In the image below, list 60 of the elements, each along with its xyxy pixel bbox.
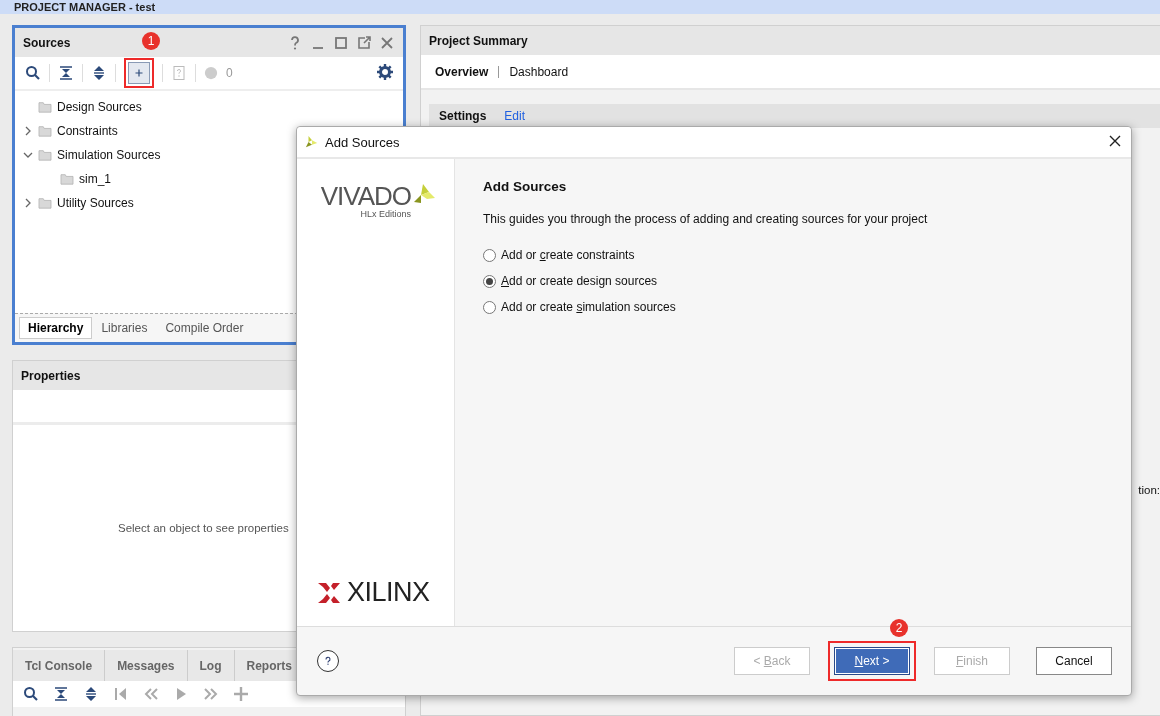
vivado-leaf-icon bbox=[305, 135, 319, 149]
chevron-right-icon bbox=[23, 198, 33, 208]
collapse-all-icon[interactable] bbox=[58, 65, 74, 81]
summary-tab[interactable]: Overview bbox=[433, 64, 491, 79]
radio-button[interactable] bbox=[483, 248, 496, 262]
dialog-title: Add Sources bbox=[325, 134, 400, 150]
radio-option[interactable]: Add or create design sources bbox=[483, 274, 1103, 288]
search-icon[interactable] bbox=[25, 65, 41, 81]
panel-title: Properties bbox=[21, 368, 81, 383]
help-icon bbox=[324, 654, 332, 668]
callout-badge: 2 bbox=[890, 619, 908, 637]
double-right-icon[interactable] bbox=[203, 686, 219, 702]
expand-all-icon[interactable] bbox=[91, 65, 107, 81]
error-indicator-icon bbox=[204, 66, 218, 80]
panel-title: Sources bbox=[23, 35, 71, 50]
panel-tab[interactable]: Hierarchy bbox=[19, 317, 93, 339]
radio-option[interactable]: Add or create simulation sources bbox=[483, 300, 1103, 314]
error-count: 0 bbox=[226, 66, 233, 80]
summary-tab[interactable]: Dashboard bbox=[507, 64, 571, 79]
search-icon[interactable] bbox=[23, 686, 39, 702]
vendor-logo: XILINX bbox=[347, 577, 430, 608]
plus-icon[interactable] bbox=[233, 686, 249, 702]
wizard-button[interactable]: Next > bbox=[834, 647, 910, 675]
product-logo: VIVADO bbox=[320, 181, 411, 211]
panel-title: Project Summary bbox=[429, 33, 528, 48]
folder-icon bbox=[60, 173, 74, 185]
folder-icon bbox=[38, 101, 52, 113]
tree-item[interactable]: Constraints bbox=[57, 124, 118, 138]
empty-message: Select an object to see properties bbox=[118, 522, 289, 534]
expand-all-icon[interactable] bbox=[83, 686, 99, 702]
edit-link[interactable]: Edit bbox=[504, 109, 526, 123]
perspective-title: PROJECT MANAGER - test bbox=[14, 1, 156, 13]
panel-tab[interactable]: Libraries bbox=[92, 317, 157, 339]
xilinx-mark-icon bbox=[317, 580, 341, 605]
collapse-all-icon[interactable] bbox=[53, 686, 69, 702]
folder-icon bbox=[38, 197, 52, 209]
radio-option[interactable]: Add or create constraints bbox=[483, 248, 1103, 262]
help-button[interactable] bbox=[317, 650, 339, 672]
dialog-heading: Add Sources bbox=[483, 179, 568, 194]
double-left-icon[interactable] bbox=[143, 686, 159, 702]
section-title: Settings bbox=[439, 109, 487, 123]
folder-icon bbox=[38, 149, 52, 161]
dialog-description: This guides you through the process of adding and creating sources for your project bbox=[483, 212, 929, 226]
panel-tab[interactable]: Compile Order bbox=[156, 317, 253, 339]
radio-button[interactable] bbox=[483, 300, 496, 314]
tree-item[interactable]: sim_1 bbox=[79, 172, 111, 186]
float-window-icon[interactable] bbox=[356, 34, 372, 51]
settings-icon[interactable] bbox=[377, 63, 393, 80]
edition-label: HLx Editions bbox=[360, 209, 411, 219]
skip-to-start-icon[interactable] bbox=[113, 686, 129, 702]
tree-item[interactable]: Simulation Sources bbox=[57, 148, 161, 162]
wizard-button[interactable]: Cancel bbox=[1036, 647, 1112, 675]
chevron-down-icon bbox=[23, 150, 33, 160]
tree-item[interactable]: Design Sources bbox=[57, 100, 142, 114]
field-label: tion: bbox=[1138, 484, 1160, 496]
maximize-icon[interactable] bbox=[333, 34, 349, 51]
tree-item[interactable]: Utility Sources bbox=[57, 196, 134, 210]
folder-icon bbox=[38, 125, 52, 137]
chevron-right-icon bbox=[23, 126, 33, 136]
radio-button[interactable] bbox=[483, 274, 496, 288]
